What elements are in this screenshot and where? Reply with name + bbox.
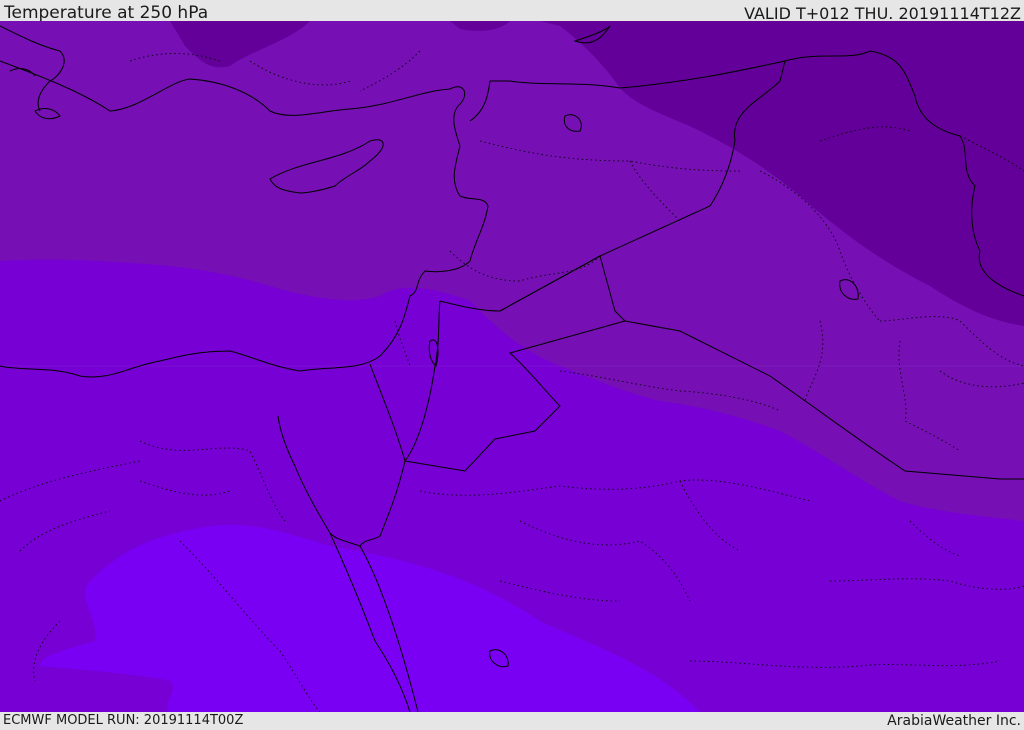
model-run: ECMWF MODEL RUN: 20191114T00Z <box>3 713 244 728</box>
map-title: Temperature at 250 hPa <box>4 3 209 23</box>
header-bar: Temperature at 250 hPa VALID T+012 THU. … <box>0 0 1024 23</box>
map-canvas <box>0 21 1024 712</box>
weather-map[interactable] <box>0 21 1024 712</box>
footer-bar: ECMWF MODEL RUN: 20191114T00Z ArabiaWeat… <box>0 712 1024 729</box>
brand-credit: ArabiaWeather Inc. <box>887 713 1021 729</box>
